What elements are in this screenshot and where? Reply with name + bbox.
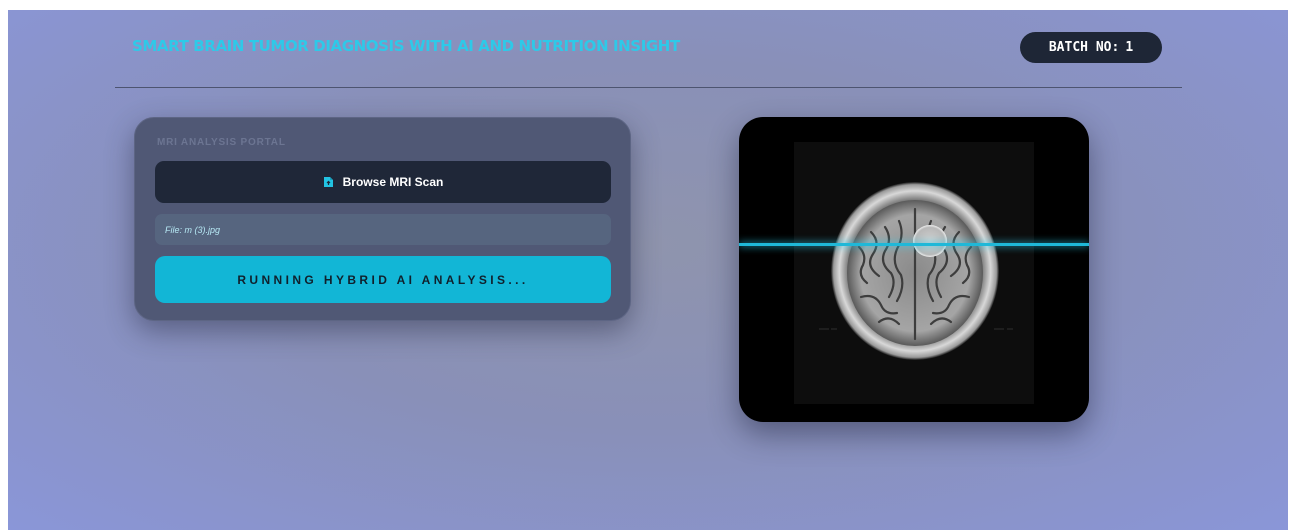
scan-line-indicator — [739, 243, 1089, 246]
header-divider — [115, 87, 1182, 88]
batch-label: BATCH NO: — [1048, 40, 1120, 55]
batch-badge: BATCH NO: 1 — [1020, 32, 1162, 63]
run-analysis-button[interactable]: RUNNING HYBRID AI ANALYSIS... — [155, 256, 611, 303]
browse-mri-button[interactable]: Browse MRI Scan — [155, 161, 611, 203]
selected-file-name: File: m (3).jpg — [165, 224, 221, 235]
file-upload-icon — [323, 176, 334, 188]
page-title: SMART BRAIN TUMOR DIAGNOSIS WITH AI AND … — [132, 37, 680, 55]
batch-number: 1 — [1125, 40, 1134, 55]
portal-label: MRI ANALYSIS PORTAL — [157, 137, 286, 148]
run-analysis-label: RUNNING HYBRID AI ANALYSIS... — [237, 272, 529, 287]
mri-preview — [739, 117, 1089, 422]
selected-file-field: File: m (3).jpg — [155, 214, 611, 245]
browse-mri-label: Browse MRI Scan — [342, 175, 444, 189]
brain-mri-image — [794, 142, 1034, 404]
mri-analysis-portal: MRI ANALYSIS PORTAL Browse MRI Scan File… — [134, 117, 631, 321]
app-page: SMART BRAIN TUMOR DIAGNOSIS WITH AI AND … — [8, 10, 1288, 530]
